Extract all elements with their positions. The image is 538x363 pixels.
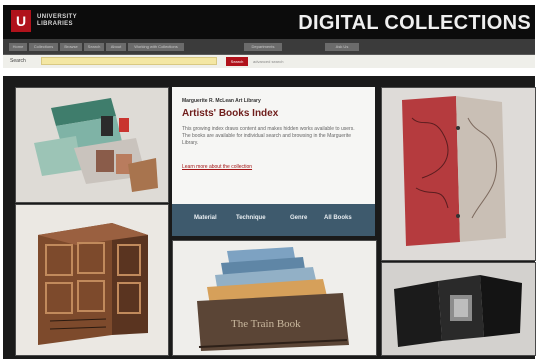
browse-material-link[interactable]: Material: [194, 215, 217, 221]
browse-bar: Material Technique Genre All Books: [172, 204, 375, 236]
advanced-search-link[interactable]: advanced search: [253, 58, 283, 65]
browse-technique-link[interactable]: Technique: [236, 215, 266, 221]
book-cover-title: The Train Book: [231, 318, 301, 330]
nav-item-departments[interactable]: Departments: [244, 43, 282, 51]
browse-genre-link[interactable]: Genre: [290, 215, 307, 221]
search-button[interactable]: Search: [226, 57, 248, 66]
artist-book-tile-train[interactable]: The Train Book: [172, 240, 377, 356]
nav-item-search[interactable]: Search: [84, 43, 104, 51]
artist-book-tile-folded[interactable]: [15, 87, 169, 203]
university-logo[interactable]: U: [11, 10, 31, 32]
learn-more-link[interactable]: Learn more about the collection: [182, 164, 252, 170]
university-line-1: UNIVERSITY: [37, 14, 78, 20]
nav-item-home[interactable]: Home: [9, 43, 27, 51]
wooden-box-image: [16, 205, 168, 355]
red-book-image: [382, 88, 535, 260]
collection-title[interactable]: Artists' Books Index: [182, 108, 278, 119]
page: U UNIVERSITY LIBRARIES DIGITAL COLLECTIO…: [0, 0, 538, 363]
artist-book-tile-red[interactable]: [381, 87, 536, 261]
artist-book-tile-box[interactable]: [15, 204, 169, 356]
search-input[interactable]: [41, 57, 217, 65]
university-line-2: LIBRARIES: [37, 21, 73, 27]
featured-collection-panel: Marguerite R. McLean Art Library Artists…: [172, 87, 375, 204]
search-label: Search: [10, 58, 26, 64]
folded-book-image: [16, 88, 168, 202]
black-box-image: [382, 263, 535, 355]
university-name[interactable]: UNIVERSITY LIBRARIES: [37, 14, 77, 28]
nav-item-collections[interactable]: Collections: [29, 43, 58, 51]
nav-item-about[interactable]: About: [106, 43, 126, 51]
site-header: U UNIVERSITY LIBRARIES DIGITAL COLLECTIO…: [3, 5, 535, 39]
nav-item-browse[interactable]: Browse: [60, 43, 82, 51]
collection-description: This growing index draws content and mak…: [182, 126, 355, 146]
site-title[interactable]: DIGITAL COLLECTIONS: [298, 12, 531, 35]
artist-book-tile-black-box[interactable]: [381, 262, 536, 356]
main-nav: Home Collections Browse Search About Wor…: [3, 39, 535, 55]
library-name: Marguerite R. McLean Art Library: [182, 98, 261, 104]
search-bar: Search Search advanced search: [3, 55, 535, 68]
nav-item-working-with-collections[interactable]: Working with Collections: [128, 43, 184, 51]
nav-item-ask-us[interactable]: Ask Us: [325, 43, 359, 51]
train-book-image: The Train Book: [173, 241, 376, 355]
browse-all-books-link[interactable]: All Books: [324, 215, 352, 221]
